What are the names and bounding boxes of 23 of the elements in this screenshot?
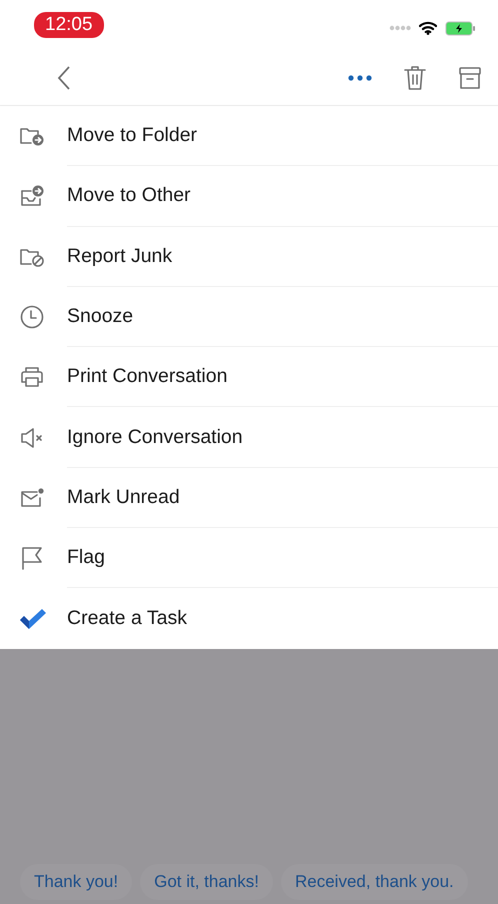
printer-icon [19, 365, 45, 390]
envelope-icon [19, 486, 45, 509]
menu-item[interactable]: Print Conversation [67, 365, 228, 388]
flag-icon [19, 545, 45, 572]
menu-item[interactable]: Report Junk [67, 244, 172, 268]
archive-button[interactable] [458, 66, 482, 90]
delete-button[interactable] [404, 64, 426, 90]
menu-item[interactable]: Mark Unread [67, 486, 180, 509]
more-button[interactable] [348, 74, 372, 80]
wifi-icon [419, 21, 437, 35]
menu-item[interactable]: Move to Other [67, 184, 191, 208]
menu-item[interactable]: Ignore Conversation [67, 426, 243, 449]
menu-item[interactable]: Create a Task [67, 607, 187, 630]
status-time: 12:05 [34, 12, 104, 38]
signal-icon [389, 25, 411, 31]
folder-icon [19, 125, 45, 148]
clock-icon [19, 304, 45, 330]
inbox-icon [19, 184, 45, 208]
battery-icon [445, 20, 476, 36]
menu-item[interactable]: Flag [67, 546, 105, 570]
menu-item[interactable]: Snooze [67, 305, 134, 328]
checkmark-icon [19, 608, 47, 630]
menu-item[interactable]: Move to Folder [67, 124, 198, 148]
